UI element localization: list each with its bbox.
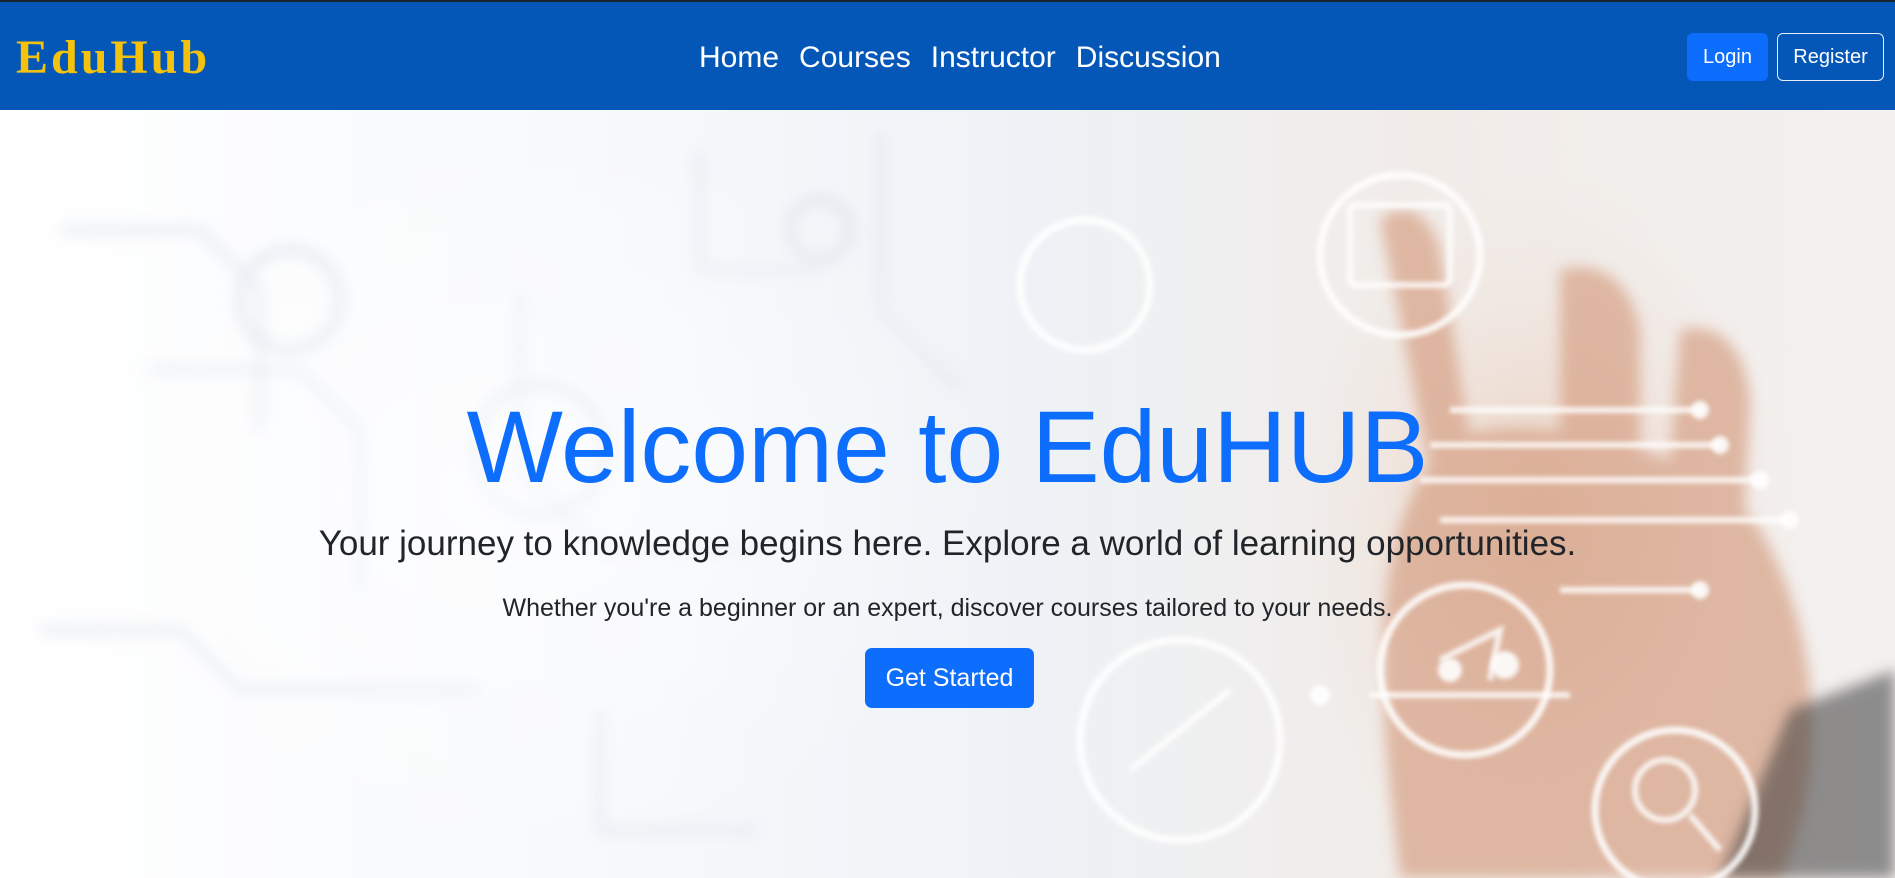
nav-link-home[interactable]: Home	[699, 40, 779, 76]
register-button[interactable]: Register	[1777, 33, 1884, 81]
get-started-button[interactable]: Get Started	[865, 648, 1034, 708]
hero-subtitle: Your journey to knowledge begins here. E…	[318, 524, 1577, 563]
nav-link-instructor[interactable]: Instructor	[931, 40, 1056, 76]
brand-logo[interactable]: EduHub	[16, 30, 210, 86]
hero-title: Welcome to EduHUB	[466, 390, 1429, 504]
navbar: EduHub Home Courses Instructor Discussio…	[0, 2, 1895, 110]
nav-link-courses[interactable]: Courses	[799, 40, 911, 76]
hero-section: Welcome to EduHUB Your journey to knowle…	[0, 110, 1895, 878]
nav-link-discussion[interactable]: Discussion	[1076, 40, 1221, 76]
hero-tagline: Whether you're a beginner or an expert, …	[502, 594, 1393, 622]
nav-links: Home Courses Instructor Discussion	[699, 38, 1221, 78]
login-button[interactable]: Login	[1687, 33, 1768, 81]
